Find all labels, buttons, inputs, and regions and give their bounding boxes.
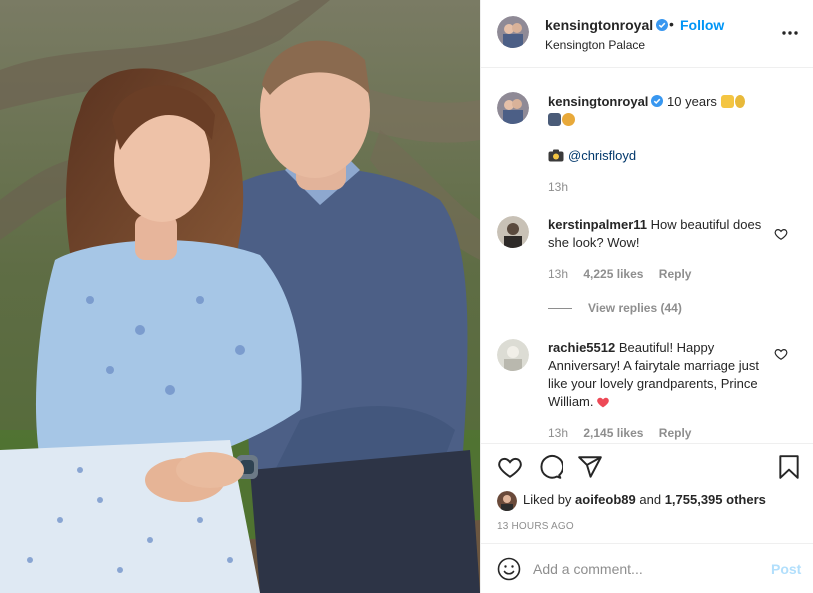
like-comment-heart-icon[interactable] (774, 347, 788, 361)
post-timestamp[interactable]: 13 HOURS AGO (497, 521, 574, 532)
medal-emoji-icon (734, 95, 745, 108)
comment-reply-button[interactable]: Reply (659, 267, 692, 281)
view-replies-label: View replies (44) (588, 301, 682, 315)
verified-badge-icon (651, 95, 664, 107)
more-options-icon[interactable] (781, 23, 799, 43)
male-sign-emoji-icon (562, 113, 575, 126)
separator-dot: • (669, 16, 674, 32)
share-icon[interactable] (577, 454, 603, 480)
comment-time[interactable]: 13h (548, 267, 568, 281)
verified-badge-icon (656, 19, 669, 31)
comment-likes[interactable]: 4,225 likes (583, 267, 643, 281)
caption-text: 10 years (667, 94, 717, 109)
man-in-tuxedo-emoji-icon (548, 113, 561, 126)
view-replies-button[interactable]: View replies (44) (548, 301, 682, 315)
liked-by-prefix: Liked by (523, 492, 572, 507)
add-comment-bar: Post (481, 543, 813, 593)
comment-text-block: kerstinpalmer11 How beautiful does she l… (548, 216, 772, 252)
emoji-picker-icon[interactable] (497, 557, 521, 581)
like-comment-heart-icon[interactable] (774, 227, 788, 241)
liker-avatar[interactable] (497, 490, 517, 511)
author-username[interactable]: kensingtonroyal (545, 17, 669, 33)
comment-text-block: rachie5512 Beautiful! Happy Anniversary!… (548, 339, 772, 411)
heart-icon[interactable] (497, 454, 523, 480)
author-avatar[interactable] (497, 16, 529, 48)
caption-meta: 13h (548, 180, 580, 194)
liked-by-user[interactable]: aoifeob89 (575, 492, 636, 507)
commenter-avatar[interactable] (497, 339, 529, 371)
instagram-post-window: kensingtonroyal • Follow Kensington Pala… (0, 0, 813, 593)
caption-author-avatar[interactable] (497, 92, 529, 124)
caption-text-block: kensingtonroyal 10 years (548, 93, 772, 129)
post-header: kensingtonroyal • Follow Kensington Pala… (481, 0, 813, 68)
comment-reply-button[interactable]: Reply (659, 426, 692, 440)
liked-by-count[interactable]: 1,755,395 others (665, 492, 766, 507)
bookmark-icon[interactable] (776, 454, 802, 480)
comment-input[interactable] (533, 558, 753, 580)
wedding-photo-emoji-icon (720, 95, 734, 108)
post-actions: Liked by aoifeob89 and 1,755,395 others … (481, 443, 813, 543)
caption-username[interactable]: kensingtonroyal (548, 94, 648, 109)
post-photo-image (0, 0, 480, 593)
camera-emoji-icon (548, 149, 564, 162)
comment-likes[interactable]: 2,145 likes (583, 426, 643, 440)
liked-by-and: and (639, 492, 662, 507)
view-replies-line (548, 308, 572, 310)
comments-list[interactable]: kensingtonroyal 10 years @chrisfloyd 13h (481, 69, 813, 443)
red-heart-emoji-icon (596, 397, 609, 408)
post-side-panel: kensingtonroyal • Follow Kensington Pala… (480, 0, 813, 593)
comment-icon[interactable] (537, 454, 563, 480)
comment-username[interactable]: rachie5512 (548, 340, 615, 355)
photo-credit: @chrisfloyd (548, 148, 636, 163)
post-caption: kensingtonroyal 10 years @chrisfloyd 13h (497, 92, 797, 194)
photographer-mention[interactable]: @chrisfloyd (568, 148, 636, 163)
commenter-avatar[interactable] (497, 216, 529, 248)
comment-meta: 13h 4,225 likes Reply (548, 267, 703, 281)
post-comment-button[interactable]: Post (771, 561, 801, 577)
comment-time[interactable]: 13h (548, 426, 568, 440)
comment-meta: 13h 2,145 likes Reply (548, 426, 703, 440)
liked-by-summary: Liked by aoifeob89 and 1,755,395 others (497, 490, 766, 511)
post-location[interactable]: Kensington Palace (545, 38, 645, 52)
author-username-text: kensingtonroyal (545, 17, 654, 33)
post-photo[interactable] (0, 0, 480, 593)
comment-item: rachie5512 Beautiful! Happy Anniversary!… (497, 339, 797, 443)
comment-username[interactable]: kerstinpalmer11 (548, 217, 647, 232)
follow-button[interactable]: Follow (680, 17, 724, 33)
caption-time[interactable]: 13h (548, 180, 568, 194)
